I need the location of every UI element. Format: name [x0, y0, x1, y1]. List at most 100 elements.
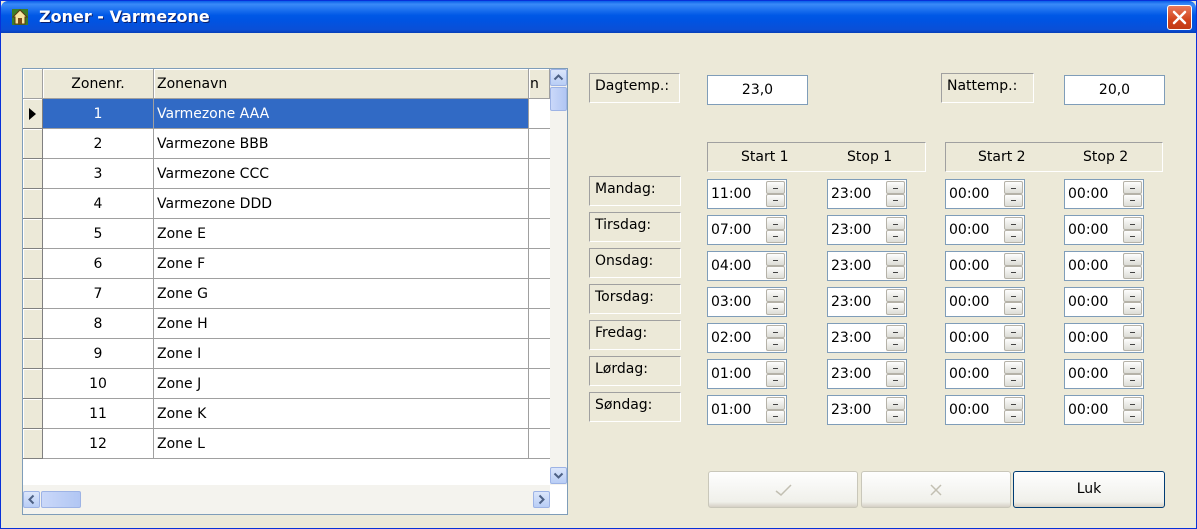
spin-up-button[interactable] — [886, 325, 905, 338]
stop2-time-spinner[interactable]: 00:00 — [1064, 323, 1144, 353]
zone-number-cell[interactable]: 3 — [43, 159, 154, 189]
time-value[interactable]: 00:00 — [1068, 222, 1108, 238]
zone-name-cell[interactable]: Zone E — [154, 219, 529, 249]
spin-down-button[interactable] — [1123, 338, 1142, 351]
time-value[interactable]: 00:00 — [1068, 186, 1108, 202]
spin-up-button[interactable] — [1123, 253, 1142, 266]
zone-number-cell[interactable]: 5 — [43, 219, 154, 249]
spin-down-button[interactable] — [886, 410, 905, 423]
time-value[interactable]: 23:00 — [831, 222, 871, 238]
stop2-time-spinner[interactable]: 00:00 — [1064, 179, 1144, 209]
zone-name-cell[interactable]: Zone F — [154, 249, 529, 279]
spin-up-button[interactable] — [766, 253, 785, 266]
zone-number-cell[interactable]: 12 — [43, 429, 154, 459]
title-bar[interactable]: Zoner - Varmezone — [1, 1, 1196, 33]
time-value[interactable]: 00:00 — [949, 222, 989, 238]
spin-up-button[interactable] — [1004, 253, 1023, 266]
start2-time-spinner[interactable]: 00:00 — [945, 323, 1025, 353]
row-indicator[interactable] — [23, 99, 43, 129]
table-row[interactable]: 11 Zone K — [23, 399, 550, 429]
zone-grid[interactable]: Zonenr. Zonenavn n 1 Varmezone AAA 2 Varmez… — [22, 68, 568, 515]
stop1-time-spinner[interactable]: 23:00 — [827, 395, 907, 425]
scroll-up-button[interactable] — [550, 69, 567, 86]
spin-up-button[interactable] — [886, 361, 905, 374]
spin-down-button[interactable] — [766, 302, 785, 315]
table-row[interactable]: 3 Varmezone CCC — [23, 159, 550, 189]
extra-cell[interactable] — [529, 129, 550, 159]
row-indicator[interactable] — [23, 159, 43, 189]
start2-time-spinner[interactable]: 00:00 — [945, 215, 1025, 245]
time-value[interactable]: 00:00 — [1068, 330, 1108, 346]
stop2-time-spinner[interactable]: 00:00 — [1064, 395, 1144, 425]
extra-cell[interactable] — [529, 279, 550, 309]
table-row[interactable]: 7 Zone G — [23, 279, 550, 309]
time-value[interactable]: 00:00 — [1068, 258, 1108, 274]
time-value[interactable]: 11:00 — [711, 186, 751, 202]
vertical-scroll-thumb[interactable] — [550, 87, 567, 111]
time-value[interactable]: 01:00 — [711, 366, 751, 382]
header-zonenavn[interactable]: Zonenavn — [154, 69, 529, 99]
time-value[interactable]: 23:00 — [831, 258, 871, 274]
close-button[interactable]: Luk — [1013, 471, 1165, 508]
table-row[interactable]: 10 Zone J — [23, 369, 550, 399]
scroll-down-button[interactable] — [550, 467, 567, 484]
zone-name-cell[interactable]: Zone L — [154, 429, 529, 459]
time-value[interactable]: 23:00 — [831, 402, 871, 418]
spin-down-button[interactable] — [1123, 302, 1142, 315]
spin-down-button[interactable] — [766, 266, 785, 279]
spin-down-button[interactable] — [766, 338, 785, 351]
spin-down-button[interactable] — [766, 410, 785, 423]
spin-down-button[interactable] — [1123, 410, 1142, 423]
day-temp-input[interactable]: 23,0 — [707, 75, 808, 105]
spin-down-button[interactable] — [766, 230, 785, 243]
spin-up-button[interactable] — [1123, 325, 1142, 338]
zone-name-cell[interactable]: Zone I — [154, 339, 529, 369]
spin-up-button[interactable] — [1004, 361, 1023, 374]
stop2-time-spinner[interactable]: 00:00 — [1064, 359, 1144, 389]
table-row[interactable]: 5 Zone E — [23, 219, 550, 249]
cancel-button[interactable] — [861, 471, 1011, 508]
extra-cell[interactable] — [529, 189, 550, 219]
spin-down-button[interactable] — [1004, 302, 1023, 315]
start1-time-spinner[interactable]: 07:00 — [707, 215, 787, 245]
start2-time-spinner[interactable]: 00:00 — [945, 287, 1025, 317]
spin-down-button[interactable] — [766, 374, 785, 387]
zone-number-cell[interactable]: 11 — [43, 399, 154, 429]
spin-up-button[interactable] — [766, 325, 785, 338]
spin-down-button[interactable] — [886, 302, 905, 315]
spin-up-button[interactable] — [1123, 181, 1142, 194]
spin-down-button[interactable] — [1123, 266, 1142, 279]
spin-up-button[interactable] — [886, 181, 905, 194]
start2-time-spinner[interactable]: 00:00 — [945, 179, 1025, 209]
spin-up-button[interactable] — [766, 289, 785, 302]
table-row[interactable]: 9 Zone I — [23, 339, 550, 369]
spin-down-button[interactable] — [1004, 374, 1023, 387]
scroll-left-button[interactable] — [23, 491, 40, 508]
spin-down-button[interactable] — [1004, 194, 1023, 207]
stop2-time-spinner[interactable]: 00:00 — [1064, 287, 1144, 317]
row-indicator[interactable] — [23, 399, 43, 429]
extra-cell[interactable] — [529, 219, 550, 249]
zone-number-cell[interactable]: 1 — [43, 99, 154, 129]
time-value[interactable]: 23:00 — [831, 366, 871, 382]
start1-time-spinner[interactable]: 01:00 — [707, 395, 787, 425]
table-row[interactable]: 4 Varmezone DDD — [23, 189, 550, 219]
spin-down-button[interactable] — [886, 338, 905, 351]
spin-up-button[interactable] — [766, 217, 785, 230]
spin-up-button[interactable] — [766, 361, 785, 374]
night-temp-input[interactable]: 20,0 — [1064, 75, 1165, 105]
time-value[interactable]: 23:00 — [831, 294, 871, 310]
time-value[interactable]: 00:00 — [1068, 294, 1108, 310]
close-window-button[interactable] — [1167, 5, 1192, 30]
extra-cell[interactable] — [529, 309, 550, 339]
start2-time-spinner[interactable]: 00:00 — [945, 395, 1025, 425]
zone-name-cell[interactable]: Varmezone CCC — [154, 159, 529, 189]
spin-down-button[interactable] — [1123, 230, 1142, 243]
extra-cell[interactable] — [529, 429, 550, 459]
zone-name-cell[interactable]: Zone K — [154, 399, 529, 429]
time-value[interactable]: 04:00 — [711, 258, 751, 274]
spin-down-button[interactable] — [1004, 230, 1023, 243]
spin-down-button[interactable] — [1004, 266, 1023, 279]
scroll-right-button[interactable] — [533, 491, 550, 508]
zone-number-cell[interactable]: 6 — [43, 249, 154, 279]
